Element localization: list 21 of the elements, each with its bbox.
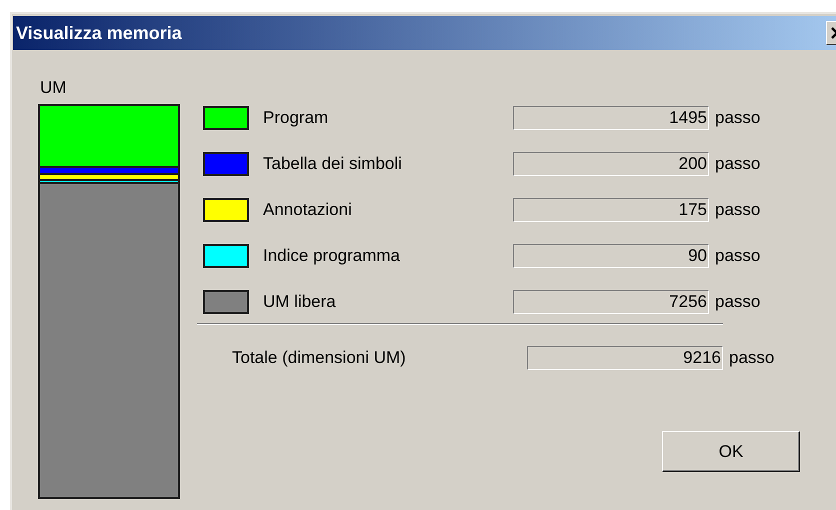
unit-label: passo — [715, 108, 760, 128]
ok-button[interactable]: OK — [662, 431, 800, 472]
legend-label: UM libera — [262, 292, 337, 312]
unit-label: passo — [715, 154, 760, 174]
legend-label: Indice programma — [262, 246, 402, 266]
value-field: 7256 — [513, 290, 709, 314]
memory-label: UM — [39, 78, 68, 99]
unit-label: passo — [715, 292, 760, 312]
legend-label: Tabella dei simboli — [262, 154, 403, 174]
value-field: 175 — [513, 198, 709, 222]
legend-label: Program — [262, 108, 330, 128]
unit-label: passo — [729, 348, 774, 368]
window-title: Visualizza memoria — [16, 22, 183, 44]
unit-label: passo — [715, 200, 760, 220]
total-field: 9216 — [527, 346, 723, 370]
value-field: 1495 — [513, 106, 709, 130]
unit-label: passo — [715, 246, 760, 266]
legend-label: Annotazioni — [262, 200, 353, 220]
value-field: 200 — [513, 152, 709, 176]
value-field: 90 — [513, 244, 709, 268]
total-label: Totale (dimensioni UM) — [231, 348, 407, 368]
